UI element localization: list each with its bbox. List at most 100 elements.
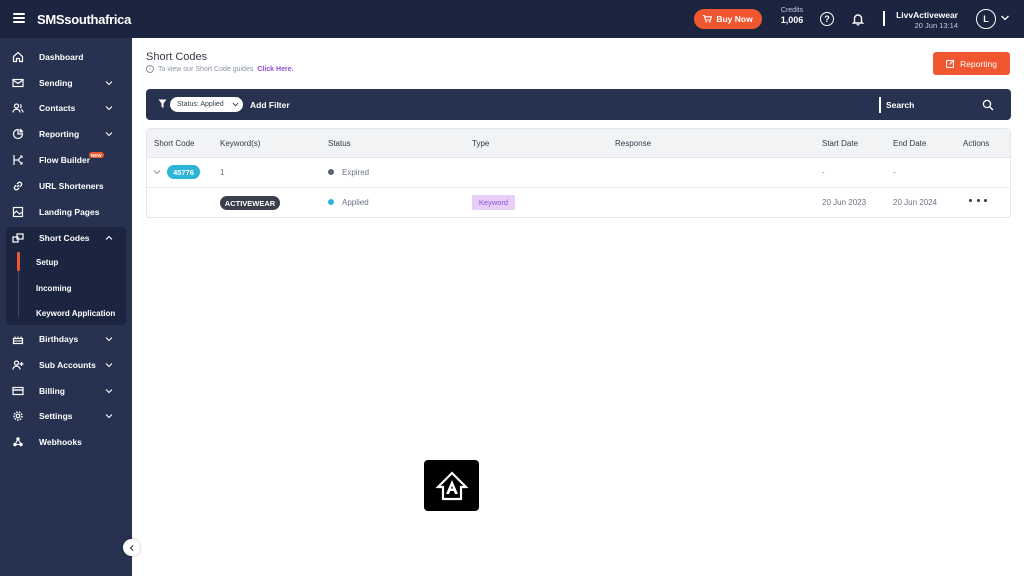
status-dot-expired xyxy=(328,169,334,175)
info-icon: i xyxy=(146,65,154,73)
sidebar-item-label: Settings xyxy=(39,411,73,421)
webhooks-icon xyxy=(13,437,23,447)
gear-icon xyxy=(13,411,23,421)
end-date: 20 Jun 2024 xyxy=(893,198,938,207)
sidebar-item-contacts[interactable]: Contacts xyxy=(0,97,132,119)
avatar[interactable]: L xyxy=(976,9,996,29)
column-header-type[interactable]: Type xyxy=(472,139,489,148)
search-divider xyxy=(879,97,881,113)
help-icon[interactable]: ? xyxy=(820,12,834,26)
status-text: Applied xyxy=(342,198,369,207)
sidebar-subitem-incoming[interactable]: Incoming xyxy=(36,284,72,293)
column-header-response[interactable]: Response xyxy=(615,139,651,148)
sidebar-item-label: Landing Pages xyxy=(39,207,100,217)
sidebar-item-dashboard[interactable]: Dashboard xyxy=(0,46,132,68)
column-header-actions: Actions xyxy=(963,139,990,148)
sidebar-item-label: Webhooks xyxy=(39,437,82,447)
page-subtitle: i To view our Short Code guides Click He… xyxy=(146,65,294,73)
credit-card-icon xyxy=(12,386,24,396)
page-title: Short Codes xyxy=(146,51,208,63)
column-header-end-date[interactable]: End Date xyxy=(893,139,926,148)
short-code-badge[interactable]: 45776 xyxy=(167,165,200,179)
top-bar: SMSsouthafrica Buy Now Credits 1,006 ? L… xyxy=(0,0,1024,38)
chevron-down-icon xyxy=(105,414,113,419)
cake-icon xyxy=(12,336,24,345)
chevron-down-icon xyxy=(105,132,113,137)
page-subtitle-text: To view our Short Code guides xyxy=(158,65,254,73)
status-dot-applied xyxy=(328,199,334,205)
bell-icon[interactable] xyxy=(851,12,865,26)
sidebar-collapse-button[interactable] xyxy=(123,539,140,556)
sidebar-item-label: Birthdays xyxy=(39,334,79,344)
sidebar-item-label: Flow Builder xyxy=(39,155,90,165)
search-input[interactable]: Search xyxy=(886,100,914,110)
status-text: Expired xyxy=(342,168,370,177)
search-icon[interactable] xyxy=(982,99,994,111)
menu-icon[interactable] xyxy=(13,13,25,23)
sidebar-item-billing[interactable]: Billing xyxy=(0,380,132,402)
end-date: - xyxy=(893,168,896,177)
account-name: LivvActivewear xyxy=(896,10,958,20)
column-header-keywords[interactable]: Keyword(s) xyxy=(220,139,260,148)
sidebar-item-landing-pages[interactable]: Landing Pages xyxy=(0,201,132,223)
sidebar-item-short-codes[interactable]: Short Codes xyxy=(0,227,132,249)
buy-now-label: Buy Now xyxy=(716,14,753,24)
chevron-left-icon xyxy=(129,544,133,551)
sidebar-item-flow-builder[interactable]: Flow Builder NEW xyxy=(0,149,132,171)
sidebar-item-settings[interactable]: Settings xyxy=(0,405,132,427)
more-actions-icon[interactable] xyxy=(969,199,987,205)
account-info[interactable]: LivvActivewear 20 Jun 13:14 xyxy=(890,10,958,30)
chevron-down-icon[interactable] xyxy=(1000,13,1010,23)
mail-icon xyxy=(12,78,24,88)
filter-icon[interactable] xyxy=(158,99,167,109)
sidebar-item-label: Dashboard xyxy=(39,52,84,62)
sidebar-item-reporting[interactable]: Reporting xyxy=(0,123,132,145)
sidebar-item-label: Reporting xyxy=(39,129,80,139)
sidebar-item-sending[interactable]: Sending xyxy=(0,72,132,94)
landing-page-icon xyxy=(12,206,24,218)
sidebar-item-label: Sending xyxy=(39,78,73,88)
keyword-count: 1 xyxy=(220,168,225,177)
sidebar-item-birthdays[interactable]: Birthdays xyxy=(0,328,132,350)
buy-now-button[interactable]: Buy Now xyxy=(694,9,762,29)
short-codes-icon xyxy=(12,233,24,243)
chevron-down-icon xyxy=(105,363,113,368)
contacts-icon xyxy=(12,103,24,113)
sidebar-item-label: Billing xyxy=(39,386,65,396)
sidebar-item-label: Sub Accounts xyxy=(39,360,96,370)
chevron-down-icon xyxy=(232,102,239,107)
status-filter-chip[interactable]: Status: Applied xyxy=(170,97,243,112)
sidebar-item-sub-accounts[interactable]: Sub Accounts xyxy=(0,354,132,376)
add-filter-button[interactable]: Add Filter xyxy=(250,100,290,110)
start-date: - xyxy=(822,168,825,177)
chevron-down-icon xyxy=(105,81,113,86)
reporting-button[interactable]: Reporting xyxy=(933,52,1010,75)
pie-chart-icon xyxy=(12,128,24,140)
column-header-start-date[interactable]: Start Date xyxy=(822,139,858,148)
table-header xyxy=(147,129,1010,158)
user-plus-icon xyxy=(12,360,24,370)
start-date: 20 Jun 2023 xyxy=(822,198,867,207)
sidebar-item-label: Short Codes xyxy=(39,233,90,243)
expand-row-chevron-icon[interactable] xyxy=(153,168,161,176)
account-datetime: 20 Jun 13:14 xyxy=(914,21,958,30)
app-logo-icon xyxy=(435,470,468,500)
credits-label: Credits xyxy=(780,7,804,14)
chevron-down-icon xyxy=(105,389,113,394)
sidebar-subitem-setup[interactable]: Setup xyxy=(36,258,58,267)
sidebar-item-webhooks[interactable]: Webhooks xyxy=(0,431,132,453)
logo[interactable]: SMSsouthafrica xyxy=(37,12,131,27)
status-filter-label: Status: Applied xyxy=(177,101,224,108)
credits-value: 1,006 xyxy=(780,15,804,25)
row-divider xyxy=(147,187,1010,188)
guide-link[interactable]: Click Here. xyxy=(257,66,293,73)
column-header-status[interactable]: Status xyxy=(328,139,351,148)
sidebar-item-url-shorteners[interactable]: URL Shorteners xyxy=(0,175,132,197)
chevron-up-icon xyxy=(105,235,113,240)
new-badge: NEW xyxy=(89,152,104,158)
column-header-short-code[interactable]: Short Code xyxy=(154,139,194,148)
header-divider xyxy=(883,11,885,26)
floating-app-widget[interactable] xyxy=(424,460,479,511)
sidebar-subitem-keyword-application[interactable]: Keyword Application xyxy=(36,309,115,318)
sidebar-item-label: Contacts xyxy=(39,103,76,113)
